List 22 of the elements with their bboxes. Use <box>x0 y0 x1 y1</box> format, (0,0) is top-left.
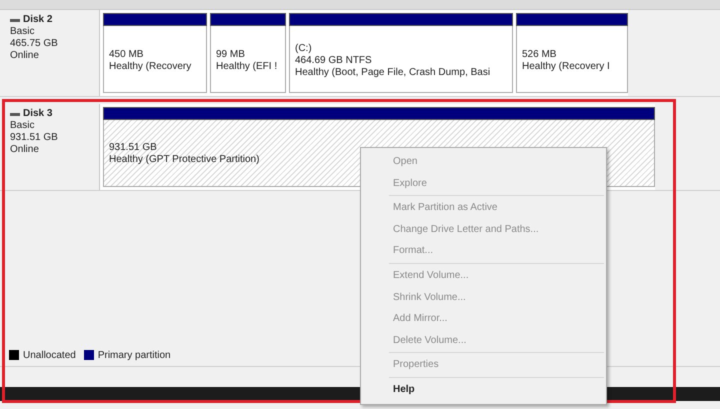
disk-name: Disk 3 <box>10 108 99 120</box>
disk-status: Online <box>10 50 40 62</box>
partition-text: Healthy (Recovery <box>109 61 192 73</box>
partition-text: 526 MB <box>522 49 556 61</box>
disk-name: Disk 2 <box>10 14 99 26</box>
partition-text: Healthy (GPT Protective Partition) <box>109 154 260 166</box>
disk-type: Basic <box>10 120 36 132</box>
disk-status: Online <box>10 144 40 156</box>
partition-text: 931.51 GB <box>109 142 157 154</box>
disk-type: Basic <box>10 26 36 38</box>
partition-text: Healthy (Recovery I <box>522 61 610 73</box>
legend-label: Unallocated <box>23 350 76 360</box>
partition-text: 450 MB <box>109 49 144 61</box>
partition-text: Healthy (EFI ! <box>216 61 278 73</box>
legend-label: Primary partition <box>98 350 171 360</box>
partition-text: (C:) <box>295 43 312 55</box>
disk-size: 465.75 GB <box>10 38 59 50</box>
disk-size: 931.51 GB <box>10 132 59 144</box>
partition-text: Healthy (Boot, Page File, Crash Dump, Basi <box>295 67 490 79</box>
partition-text: 99 MB <box>216 49 245 61</box>
menu-item[interactable]: Help <box>361 378 606 401</box>
partition-text: 464.69 GB NTFS <box>295 55 372 67</box>
